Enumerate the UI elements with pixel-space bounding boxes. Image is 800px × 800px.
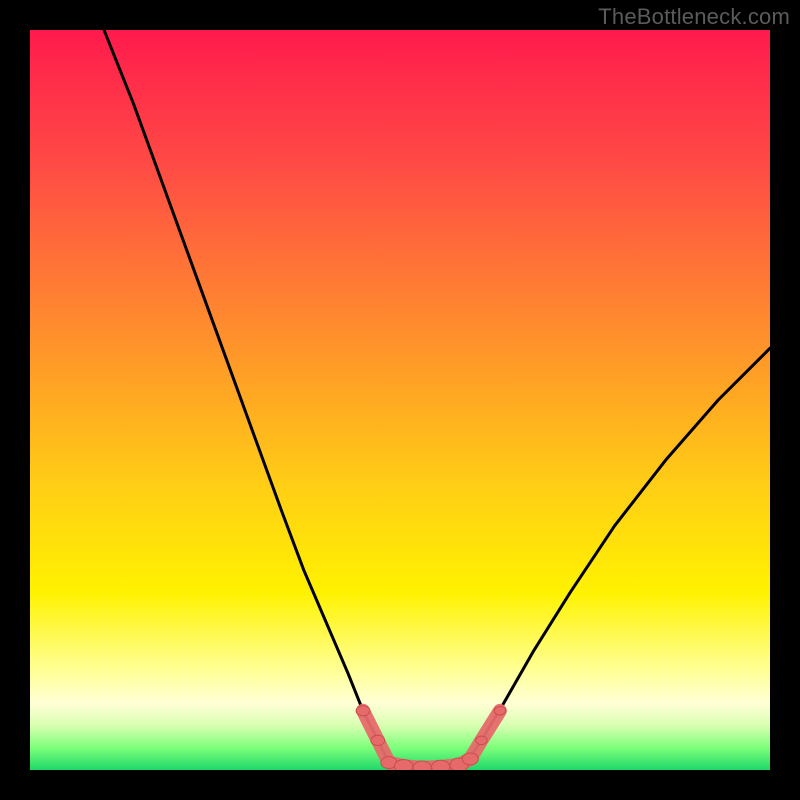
heat-gradient xyxy=(30,30,770,770)
outer-frame: TheBottleneck.com xyxy=(0,0,800,800)
plot-area xyxy=(30,30,770,770)
watermark-text: TheBottleneck.com xyxy=(598,4,790,30)
